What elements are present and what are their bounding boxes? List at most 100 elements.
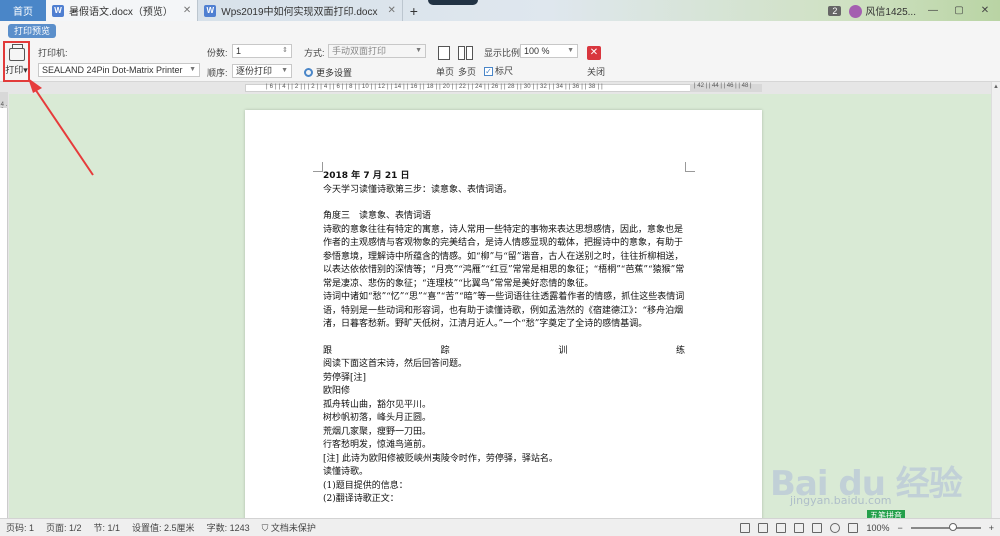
new-tab-button[interactable]: + bbox=[403, 0, 425, 21]
stepper-arrows-icon[interactable]: ⇕ bbox=[282, 45, 288, 57]
eye-protect-icon[interactable] bbox=[848, 523, 859, 533]
tab-label: Wps2019中如何实现双面打印.docx bbox=[221, 7, 378, 18]
ruler-toggle[interactable]: ✓ 标尺 bbox=[484, 64, 513, 77]
close-preview-icon[interactable]: ✕ bbox=[587, 46, 601, 60]
more-settings-button[interactable]: 更多设置 bbox=[304, 66, 352, 79]
vertical-scrollbar[interactable]: ▲ bbox=[991, 82, 1000, 518]
outline-view-icon[interactable] bbox=[812, 523, 823, 533]
close-icon[interactable]: ✕ bbox=[387, 5, 395, 16]
order-select[interactable]: 逐份打印 ▼ bbox=[232, 64, 292, 78]
status-right: 100% − + bbox=[740, 519, 994, 536]
scale-label: 显示比例 bbox=[484, 48, 521, 58]
print-button[interactable]: 打印▾ bbox=[3, 41, 30, 82]
close-window-icon[interactable]: ✕ bbox=[976, 5, 994, 16]
printer-icon bbox=[8, 43, 25, 61]
user-account[interactable]: 风信1425... bbox=[849, 3, 916, 19]
scroll-up-icon[interactable]: ▲ bbox=[993, 84, 999, 90]
decorative-graphic bbox=[428, 0, 478, 5]
margin-corner bbox=[685, 162, 695, 172]
web-view-icon[interactable] bbox=[830, 523, 841, 533]
method-value: 手动双面打印 bbox=[332, 46, 387, 56]
print-preview-tab[interactable]: 打印预览 bbox=[8, 24, 57, 38]
print-button-label: 打印▾ bbox=[5, 64, 28, 75]
close-preview-label[interactable]: 关闭 bbox=[587, 65, 605, 78]
read-mode-icon[interactable] bbox=[758, 523, 769, 533]
status-setting: 设置值: 2.5厘米 bbox=[132, 523, 195, 533]
copies-stepper[interactable]: 1 ⇕ bbox=[232, 44, 292, 58]
word-doc-icon: W bbox=[52, 4, 64, 17]
chevron-down-icon: ▼ bbox=[189, 66, 196, 73]
multi-page-label[interactable]: 多页 bbox=[458, 65, 476, 78]
doc-poem-line: 荒烟几家聚，瘦野一刀田。 bbox=[323, 426, 432, 437]
printer-label: 打印机: bbox=[38, 48, 68, 58]
vertical-ruler[interactable] bbox=[0, 108, 8, 518]
chevron-down-icon: ▼ bbox=[281, 67, 288, 74]
avatar bbox=[849, 5, 863, 19]
status-words[interactable]: 字数: 1243 bbox=[207, 521, 250, 534]
ruler-toggle-label: 标尺 bbox=[495, 66, 514, 76]
maximize-icon[interactable]: ▢ bbox=[950, 5, 968, 16]
window-count-badge[interactable]: 2 bbox=[828, 5, 842, 16]
fullscreen-icon[interactable] bbox=[740, 523, 751, 533]
chevron-down-icon: ▼ bbox=[415, 47, 422, 54]
doc-section-title: 角度三 读意象、表情词语 bbox=[323, 211, 432, 221]
doc-question-2: (2)翻译诗歌正文： bbox=[323, 494, 399, 504]
close-icon[interactable]: ✕ bbox=[183, 5, 191, 16]
zoom-slider-knob[interactable] bbox=[948, 523, 957, 531]
ruler-ticks: | 6 | | 4 | | 2 | | | 2 | | 4 | | 6 | | … bbox=[266, 84, 603, 90]
doc-note: [注] 此诗为欧阳修被贬峡州夷陵令时作，劳停驿，驿站名。 bbox=[323, 453, 558, 464]
doc-poem-line: 树杪帆初落，峰头月正圆。 bbox=[323, 413, 432, 423]
multi-page-icon[interactable] bbox=[458, 46, 465, 60]
tab-document-preview[interactable]: W 暑假语文.docx（预览） ✕ bbox=[46, 0, 199, 21]
more-settings-label: 更多设置 bbox=[316, 68, 353, 78]
document-body: 2018 年 7 月 21 日 今天学习读懂诗歌第三步：读意象、表情词语。 角度… bbox=[323, 170, 685, 507]
document-protect[interactable]: ⛉ 文档未保护 bbox=[262, 521, 316, 534]
status-pages: 页面: 1/2 bbox=[46, 523, 82, 533]
printer-select[interactable]: SEALAND 24Pin Dot-Matrix Printer ▼ bbox=[38, 63, 200, 77]
page-view-icon[interactable] bbox=[776, 523, 787, 533]
method-label: 方式: bbox=[304, 48, 325, 58]
margin-corner bbox=[313, 162, 323, 172]
zoom-slider[interactable] bbox=[910, 523, 981, 531]
edit-view-icon[interactable] bbox=[794, 523, 805, 533]
copies-value: 1 bbox=[236, 46, 242, 56]
chevron-down-icon: ▼ bbox=[567, 47, 574, 54]
watermark-url: jingyan.baidu.com bbox=[790, 494, 892, 507]
ruler-right-ticks: | 42 | | 44 | | 46 | | 48 | bbox=[694, 83, 752, 89]
doc-read: 读懂诗歌。 bbox=[323, 467, 369, 477]
doc-paragraph: 诗词中诸如“愁”“忆”“思”“喜”“苦”“暗”等一些词语往往透露着作者的情感，抓… bbox=[323, 292, 685, 329]
tab-home[interactable]: 首页 bbox=[0, 0, 46, 21]
tab-document-2[interactable]: W Wps2019中如何实现双面打印.docx ✕ bbox=[198, 0, 403, 21]
zoom-level[interactable]: 100% bbox=[866, 523, 889, 533]
zoom-in-icon[interactable]: + bbox=[989, 523, 994, 533]
single-page-icon[interactable] bbox=[438, 46, 450, 60]
minimize-icon[interactable]: — bbox=[924, 5, 942, 16]
word-doc-icon: W bbox=[204, 4, 217, 17]
single-page-label[interactable]: 单页 bbox=[436, 65, 454, 78]
document-protect-label: 文档未保护 bbox=[270, 523, 316, 533]
scale-select[interactable]: 100 % ▼ bbox=[520, 44, 578, 58]
mode-row: 打印预览 bbox=[0, 21, 1000, 40]
doc-poem-title: 劳停驿[注] bbox=[323, 372, 367, 383]
multi-page-icon-2 bbox=[466, 46, 473, 60]
doc-author: 欧阳修 bbox=[323, 386, 351, 396]
doc-poem-line: 孤舟转山曲，豁尔见平川。 bbox=[323, 399, 432, 410]
method-select[interactable]: 手动双面打印 ▼ bbox=[328, 44, 426, 58]
horizontal-ruler[interactable]: | 6 | | 4 | | 2 | | | 2 | | 4 | | 6 | | … bbox=[245, 84, 762, 92]
printer-select-value: SEALAND 24Pin Dot-Matrix Printer bbox=[42, 65, 183, 75]
doc-intro: 今天学习读懂诗歌第三步：读意象、表情词语。 bbox=[323, 184, 513, 195]
document-page: 2018 年 7 月 21 日 今天学习读懂诗歌第三步：读意象、表情词语。 角度… bbox=[245, 110, 762, 518]
gear-icon bbox=[304, 68, 313, 77]
preview-workspace[interactable]: 2018 年 7 月 21 日 今天学习读懂诗歌第三步：读意象、表情词语。 角度… bbox=[9, 94, 991, 518]
order-label: 顺序: bbox=[207, 68, 228, 78]
user-name: 风信1425... bbox=[865, 6, 916, 18]
titlebar-right: 2 风信1425... — ▢ ✕ bbox=[828, 0, 1000, 21]
status-bar: 页码: 1 页面: 1/2 节: 1/1 设置值: 2.5厘米 字数: 1243… bbox=[0, 518, 1000, 536]
order-value: 逐份打印 bbox=[236, 66, 273, 76]
doc-question-1: (1)题目提供的信息： bbox=[323, 480, 408, 491]
copies-label: 份数: bbox=[207, 48, 228, 58]
tab-label: 暑假语文.docx（预览） bbox=[69, 7, 173, 18]
ruler-margin-right: | 42 | | 44 | | 46 | | 48 | bbox=[690, 83, 762, 92]
zoom-out-icon[interactable]: − bbox=[897, 523, 902, 533]
checkbox-checked-icon[interactable]: ✓ bbox=[484, 67, 493, 77]
